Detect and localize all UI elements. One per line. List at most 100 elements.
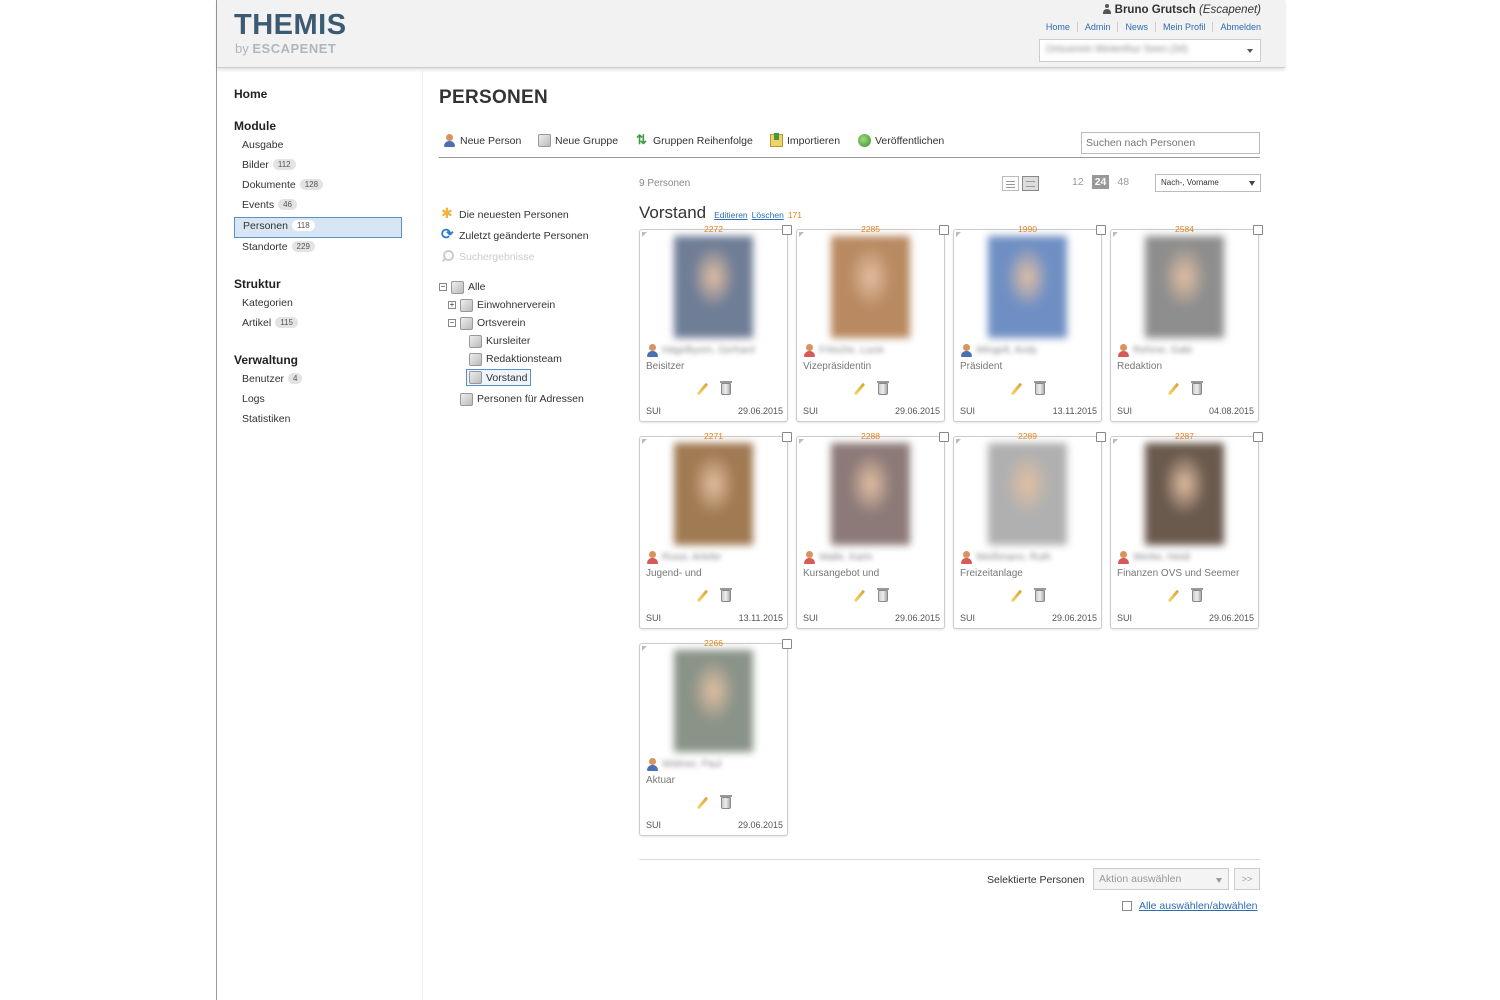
pencil-icon[interactable]	[696, 383, 708, 395]
trash-icon[interactable]	[1034, 381, 1046, 395]
select-checkbox[interactable]	[939, 432, 949, 442]
person-card[interactable]: 2287 Werke, Heidi Finanzen OVS und Seemer S…	[1110, 431, 1263, 629]
trash-icon[interactable]	[1034, 588, 1046, 602]
sidebar-item-dokumente[interactable]: Dokumente 128	[234, 176, 402, 197]
pencil-icon[interactable]	[696, 590, 708, 602]
person-id: 2266	[704, 638, 723, 648]
tree-node-vorstand[interactable]: Vorstand	[466, 369, 532, 386]
person-card[interactable]: 2285 Fritsche, Lucie Vizepräsidentin SUI 29.…	[796, 224, 949, 422]
trash-icon[interactable]	[720, 795, 732, 809]
sidebar-item-bilder[interactable]: Bilder 112	[234, 156, 402, 177]
pencil-icon[interactable]	[696, 797, 708, 809]
select-checkbox[interactable]	[1096, 432, 1106, 442]
tree-node-personen-adressen[interactable]: Personen für Adressen	[460, 391, 584, 407]
tree-node-redaktionsteam[interactable]: Redaktionsteam	[469, 351, 562, 367]
tree-node-alle[interactable]: − Alle	[439, 279, 486, 295]
pencil-icon[interactable]	[1010, 590, 1022, 602]
person-card[interactable]: 2266 Widmer, Paul Aktuar SUI 29.06.2015	[639, 638, 792, 836]
select-checkbox[interactable]	[782, 225, 792, 235]
sidebar-section-module: Module	[234, 119, 276, 133]
person-card[interactable]: 2271 Rossi, Arlette Jugend- und SUI 13.11.20…	[639, 431, 792, 629]
tree-node-kursleiter[interactable]: Kursleiter	[469, 333, 530, 349]
page-size-12[interactable]: 12	[1069, 175, 1087, 189]
nav-logout[interactable]: Abmelden	[1212, 22, 1261, 32]
trash-icon[interactable]	[1191, 588, 1203, 602]
action-select[interactable]: Aktion auswählen	[1093, 868, 1229, 890]
person-photo	[1145, 236, 1224, 338]
trash-icon[interactable]	[720, 381, 732, 395]
sidebar-item-artikel[interactable]: Artikel 115	[234, 314, 402, 335]
new-person-button[interactable]: Neue Person	[443, 134, 521, 147]
trash-icon[interactable]	[1191, 381, 1203, 395]
person-card[interactable]: 2289 Weißmann, Ruth Freizeitanlage SUI 29.06…	[953, 431, 1106, 629]
person-card[interactable]: 2272 Hägelbyom, Gerhard Beisitzer SUI 29.06.…	[639, 224, 792, 422]
person-name[interactable]: Werke, Heidi	[1117, 551, 1190, 564]
select-checkbox[interactable]	[782, 639, 792, 649]
sidebar-item-statistiken[interactable]: Statistiken	[234, 410, 402, 431]
person-country: SUI	[803, 613, 819, 623]
person-name[interactable]: Wingelt, Andy	[960, 344, 1037, 357]
select-all-link[interactable]: Alle auswählen/abwählen	[1139, 900, 1258, 912]
person-name[interactable]: Walle, Karin	[803, 551, 873, 564]
page-size-24[interactable]: 24	[1091, 175, 1110, 189]
publish-icon	[858, 134, 871, 147]
trash-icon[interactable]	[877, 588, 889, 602]
sort-select[interactable]: Nach-, Vorname	[1155, 174, 1261, 192]
select-all[interactable]: Alle auswählen/abwählen	[1122, 900, 1258, 912]
grid-view-icon[interactable]	[1022, 176, 1039, 191]
pencil-icon[interactable]	[853, 590, 865, 602]
count-badge: 112	[272, 159, 296, 170]
import-button[interactable]: Importieren	[770, 133, 840, 147]
pencil-icon[interactable]	[1010, 383, 1022, 395]
person-name[interactable]: Widmer, Paul	[646, 758, 721, 771]
person-card[interactable]: 1990 Wingelt, Andy Präsident SUI 13.11.2015	[953, 224, 1106, 422]
select-checkbox[interactable]	[1253, 225, 1263, 235]
nav-home[interactable]: Home	[1039, 22, 1077, 32]
apply-action-button[interactable]: >>	[1234, 868, 1260, 890]
pencil-icon[interactable]	[1167, 383, 1179, 395]
person-name[interactable]: Weißmann, Ruth	[960, 551, 1051, 564]
search-input[interactable]	[1081, 132, 1260, 154]
tree-node-einwohnerverein[interactable]: + Einwohnerverein	[448, 297, 555, 313]
trash-icon[interactable]	[720, 588, 732, 602]
publish-button[interactable]: Veröffentlichen	[858, 134, 944, 147]
select-checkbox[interactable]	[1253, 432, 1263, 442]
sidebar-home-link[interactable]: Home	[234, 87, 267, 101]
nav-profile[interactable]: Mein Profil	[1154, 22, 1213, 32]
recently-changed-link[interactable]: Zuletzt geänderte Personen	[441, 225, 589, 243]
sidebar-item-benutzer[interactable]: Benutzer 4	[234, 370, 402, 391]
person-card[interactable]: 2288 Walle, Karin Kursangebot und SUI 29.06.…	[796, 431, 949, 629]
collapse-icon[interactable]: −	[439, 283, 447, 291]
group-order-button[interactable]: Gruppen Reihenfolge	[636, 132, 753, 148]
edit-group-link[interactable]: Editieren	[714, 210, 748, 220]
newest-persons-link[interactable]: Die neuesten Personen	[441, 205, 569, 222]
select-checkbox[interactable]	[782, 432, 792, 442]
nav-admin[interactable]: Admin	[1076, 22, 1118, 32]
sidebar-item-personen[interactable]: Personen 118	[234, 217, 402, 238]
person-name[interactable]: Rehme, Gabi	[1117, 344, 1192, 357]
page-size-48[interactable]: 48	[1114, 175, 1132, 189]
sidebar-item-kategorien[interactable]: Kategorien	[234, 294, 402, 315]
trash-icon[interactable]	[877, 381, 889, 395]
collapse-icon[interactable]: −	[448, 319, 456, 327]
pencil-icon[interactable]	[853, 383, 865, 395]
nav-news[interactable]: News	[1117, 22, 1155, 32]
person-name[interactable]: Fritsche, Lucie	[803, 344, 884, 357]
sidebar-item-ausgabe[interactable]: Ausgabe	[234, 136, 402, 157]
select-checkbox[interactable]	[1096, 225, 1106, 235]
list-view-icon[interactable]	[1002, 176, 1019, 191]
select-all-checkbox[interactable]	[1122, 901, 1132, 911]
select-checkbox[interactable]	[939, 225, 949, 235]
person-name[interactable]: Rossi, Arlette	[646, 551, 721, 564]
sidebar-item-events[interactable]: Events 46	[234, 196, 402, 217]
expand-icon[interactable]: +	[448, 301, 456, 309]
pencil-icon[interactable]	[1167, 590, 1179, 602]
organization-select[interactable]: Ortsverein Winterthur Seen (34)	[1039, 39, 1261, 62]
sidebar-item-standorte[interactable]: Standorte 229	[234, 238, 402, 259]
sidebar-item-logs[interactable]: Logs	[234, 390, 402, 411]
tree-node-ortsverein[interactable]: − Ortsverein	[448, 315, 525, 331]
person-card[interactable]: 2584 Rehme, Gabi Redaktion SUI 04.08.2015	[1110, 224, 1263, 422]
person-name[interactable]: Hägelbyom, Gerhard	[646, 344, 755, 357]
delete-group-link[interactable]: Löschen	[752, 210, 784, 220]
new-group-button[interactable]: Neue Gruppe	[538, 134, 618, 147]
